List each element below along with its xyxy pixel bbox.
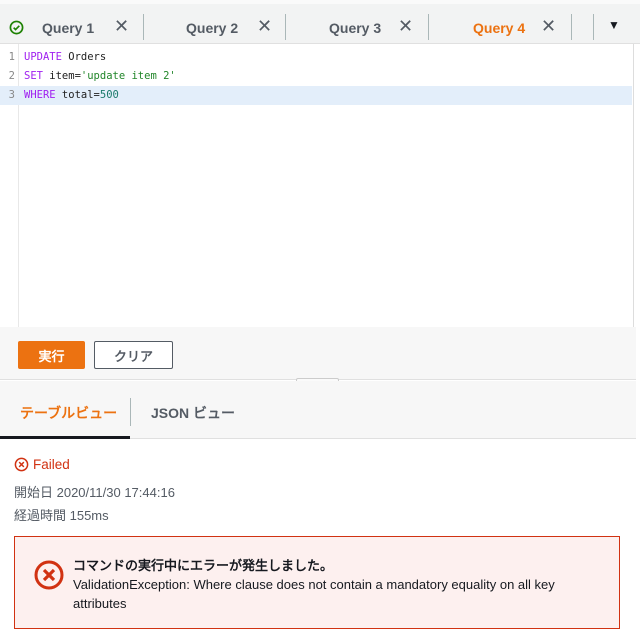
status-text: Failed (33, 457, 70, 472)
tab-query-2[interactable]: Query 2 ✕ (143, 8, 286, 46)
code-line: 2 SET item='update item 2' (0, 67, 632, 86)
action-bar: 実行 クリア (0, 327, 636, 380)
tab-table-view[interactable]: テーブルビュー (20, 403, 117, 423)
code-text: Orders (61, 51, 107, 63)
close-icon[interactable]: ✕ (114, 16, 129, 37)
start-time: 開始日 2020/11/30 17:44:16 (14, 485, 175, 500)
tab-json-view[interactable]: JSON ビュー (151, 403, 235, 423)
query-tab-bar: Query 1 ✕ Query 2 ✕ Query 3 ✕ Query 4 ✕ … (0, 0, 640, 48)
tab-label: Query 2 (186, 20, 239, 36)
tab-label: Query 1 (42, 20, 95, 36)
tab-query-1[interactable]: Query 1 ✕ (0, 8, 143, 46)
string-literal: 'update item 2' (80, 70, 176, 82)
code-text: item= (42, 70, 81, 82)
tab-query-3[interactable]: Query 3 ✕ (285, 8, 428, 46)
tab-dropdown-icon[interactable]: ▼ (608, 18, 620, 32)
line-number: 1 (8, 51, 15, 63)
keyword: UPDATE (24, 51, 62, 63)
code-text: total= (55, 89, 100, 101)
success-check-icon (9, 20, 24, 35)
code-line-active: 3 WHERE total=500 (0, 86, 632, 105)
close-icon[interactable]: ✕ (541, 16, 556, 37)
error-detail: ValidationException: Where clause does n… (73, 577, 555, 611)
elapsed-time: 経過時間 155ms (14, 508, 109, 523)
status-badge: Failed (14, 457, 70, 472)
error-icon (34, 560, 64, 590)
close-icon[interactable]: ✕ (257, 16, 272, 37)
run-button[interactable]: 実行 (18, 341, 85, 369)
keyword: WHERE (24, 89, 56, 101)
line-number: 3 (8, 89, 15, 101)
sql-editor[interactable]: 1 UPDATE Orders 2 SET item='update item … (0, 44, 634, 327)
line-number: 2 (8, 70, 15, 82)
clear-button[interactable]: クリア (94, 341, 173, 369)
tab-label: Query 3 (329, 20, 382, 36)
error-alert: コマンドの実行中にエラーが発生しました。 ValidationException… (14, 536, 620, 629)
error-title: コマンドの実行中にエラーが発生しました。 (73, 558, 334, 573)
tab-query-4[interactable]: Query 4 ✕ (428, 8, 571, 48)
code-line: 1 UPDATE Orders (0, 48, 632, 67)
result-tabs: テーブルビュー JSON ビュー (0, 381, 636, 439)
number-literal: 500 (99, 89, 119, 101)
tab-label: Query 4 (473, 20, 526, 36)
error-icon (14, 457, 29, 472)
keyword: SET (24, 70, 43, 82)
close-icon[interactable]: ✕ (398, 16, 413, 37)
